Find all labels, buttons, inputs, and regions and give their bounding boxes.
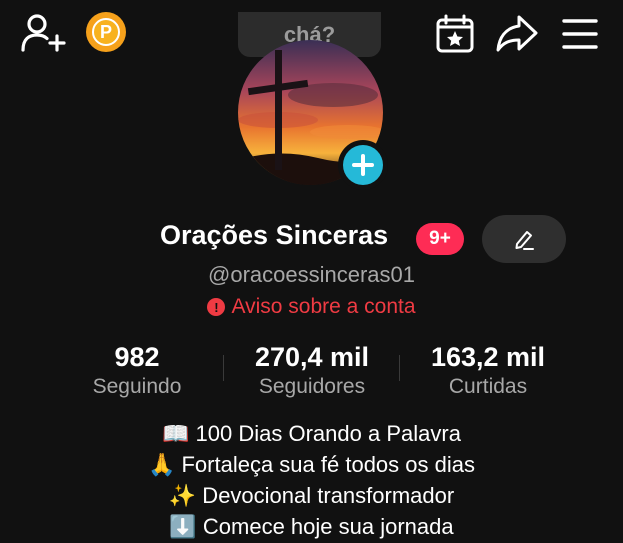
account-warning-text: Aviso sobre a conta: [231, 295, 416, 318]
edit-icon: [515, 231, 534, 250]
bio-line: ⬇️ Comece hoje sua jornada: [169, 514, 454, 539]
add-friend-button[interactable]: [20, 12, 66, 54]
points-button[interactable]: P: [86, 12, 126, 52]
stat-following-label: Seguindo: [92, 375, 182, 398]
stat-followers-label: Seguidores: [258, 375, 366, 398]
stat-likes-value: 163,2 mil: [430, 342, 546, 372]
calendar-button[interactable]: [435, 14, 475, 54]
share-button[interactable]: [495, 12, 539, 54]
edit-profile-button[interactable]: [482, 215, 566, 263]
stat-likes-label: Curtidas: [448, 375, 528, 398]
menu-icon: [562, 19, 598, 49]
share-icon: [496, 15, 538, 52]
profile-name: Orações Sinceras: [160, 220, 389, 250]
profile-handle: @oracoessinceras01: [208, 262, 415, 287]
stat-divider: [399, 355, 400, 381]
stat-divider: [223, 355, 224, 381]
points-icon: P: [92, 18, 120, 46]
calendar-star-icon: [436, 14, 474, 53]
points-letter: P: [99, 21, 112, 42]
bio-line: ✨ Devocional transformador: [168, 483, 455, 508]
stat-followers[interactable]: 270,4 mil Seguidores: [236, 340, 388, 400]
stat-following[interactable]: 982 Seguindo: [72, 340, 202, 400]
stat-followers-value: 270,4 mil: [254, 342, 370, 372]
stat-following-value: 982: [114, 342, 160, 372]
notification-badge[interactable]: 9+: [416, 223, 464, 255]
add-user-icon: [21, 14, 66, 52]
profile-bio: 📖 100 Dias Orando a Palavra 🙏 Fortaleça …: [0, 418, 623, 542]
bio-line: 📖 100 Dias Orando a Palavra: [162, 421, 461, 446]
avatar-add-button[interactable]: [338, 140, 388, 190]
bio-line: 🙏 Fortaleça sua fé todos os dias: [147, 452, 475, 477]
account-warning-link[interactable]: ! Aviso sobre a conta: [0, 295, 623, 319]
menu-button[interactable]: [560, 16, 600, 52]
plus-icon: [352, 154, 374, 176]
stat-likes[interactable]: 163,2 mil Curtidas: [412, 340, 564, 400]
warning-icon: !: [207, 298, 226, 316]
